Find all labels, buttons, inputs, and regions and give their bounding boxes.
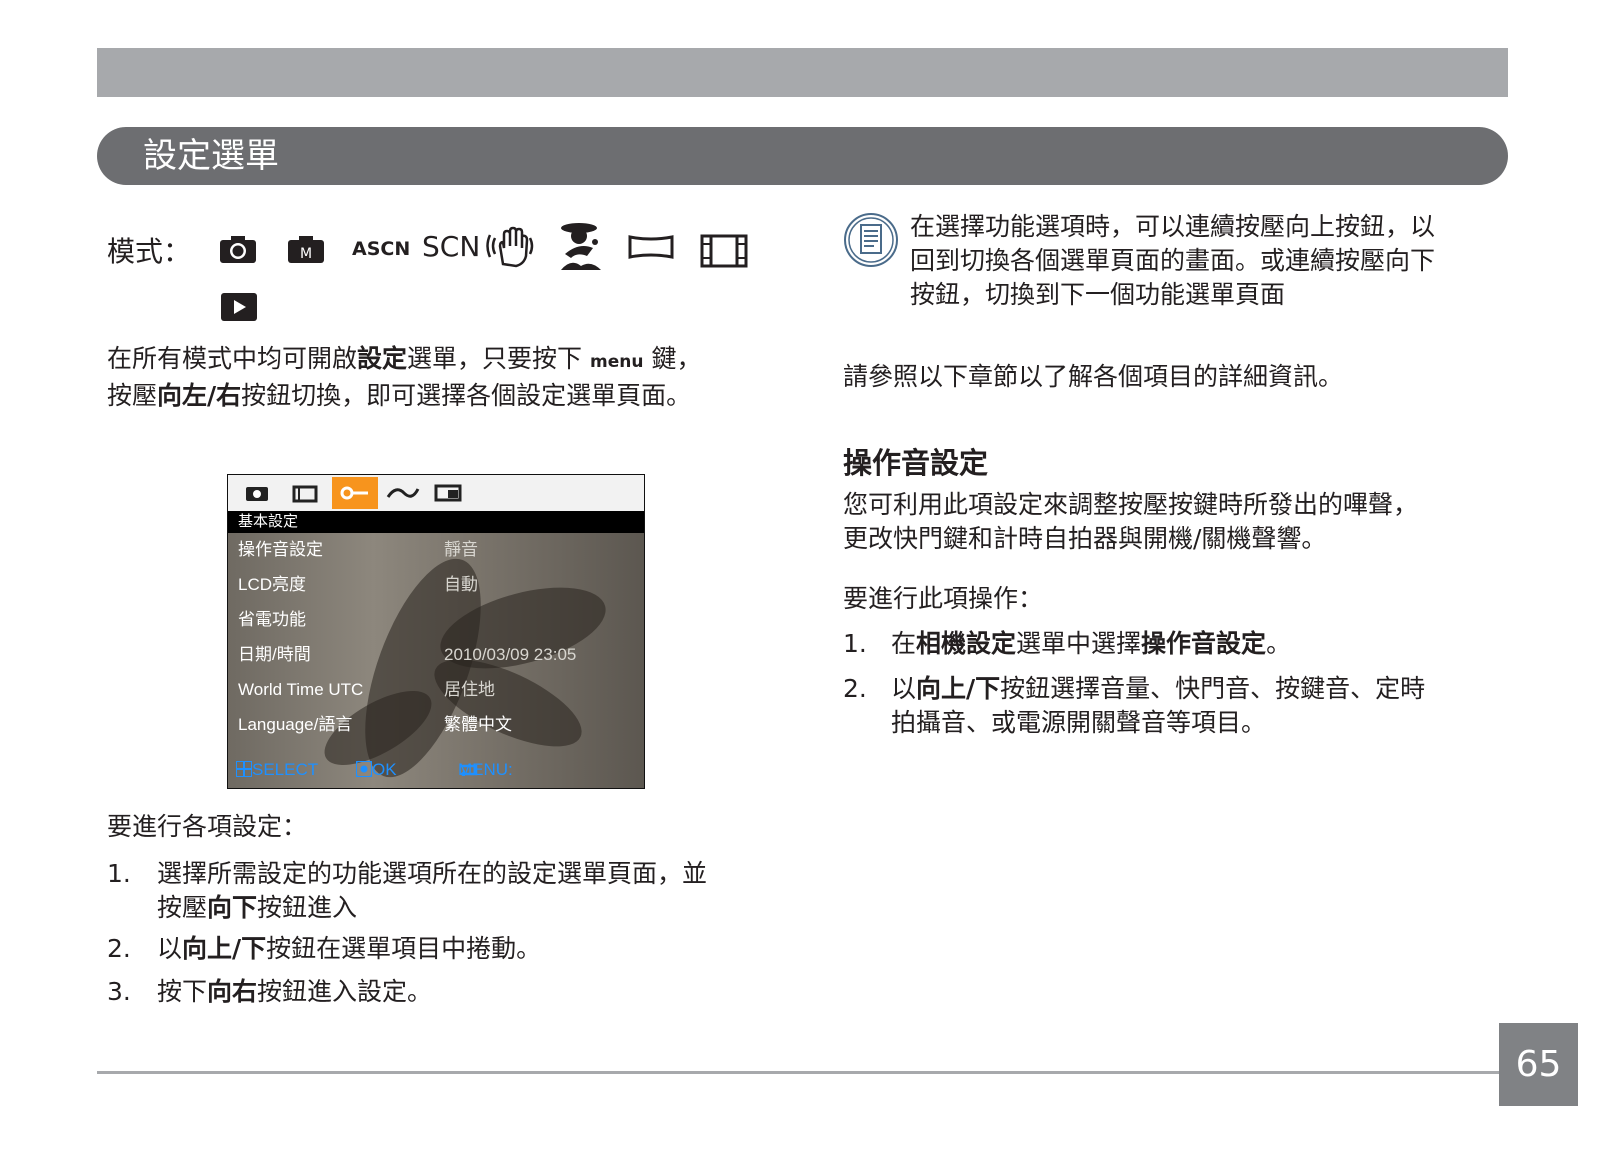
- tab-print-icon: [426, 477, 472, 509]
- lcd-tab-bar: [228, 475, 644, 511]
- movie-icon: [700, 234, 748, 268]
- svg-text:M: M: [300, 246, 312, 262]
- left-step: 2. 以向上/下按鈕在選單項目中捲動。: [107, 934, 542, 963]
- lcd-row: 操作音設定 靜音: [238, 540, 478, 559]
- right-step: 2. 以向上/下按鈕選擇音量、快門音、按鍵音、定時 拍攝音、或電源開關聲音等項目。: [843, 674, 1426, 737]
- lcd-ok-hint: OK: [355, 752, 397, 788]
- camera-lcd-screenshot: 基本設定 操作音設定 靜音 LCD亮度 自動 省電功能 日期/時間 2010/03/0…: [227, 474, 645, 789]
- ok-button-icon: [355, 760, 373, 778]
- page-title: 設定選單: [143, 136, 279, 176]
- tab-setup-key-icon: [332, 477, 378, 509]
- page-number: 65: [1499, 1023, 1578, 1106]
- note-icon: [843, 212, 899, 272]
- lcd-menu-header: 基本設定: [228, 511, 644, 533]
- top-banner: [97, 48, 1508, 97]
- menu-key-label: menu: [590, 352, 644, 372]
- footer-rule: [97, 1071, 1499, 1074]
- reference-text: 請參照以下章節以了解各個項目的詳細資訊。: [843, 362, 1344, 391]
- panorama-icon: [628, 234, 674, 260]
- lcd-menu-hint: MENU:: [458, 760, 513, 779]
- section-heading: 操作音設定: [843, 446, 989, 480]
- scn-icon: SCN: [422, 230, 481, 263]
- tab-wave-icon: [380, 477, 426, 509]
- left-step: 1. 選擇所需設定的功能選項所在的設定選單頁面，並 按壓向下按鈕進入: [107, 859, 708, 922]
- note-text: 在選擇功能選項時，可以連續按壓向上按鈕，以 回到切換各個選單頁面的畫面。或連續按…: [910, 212, 1436, 309]
- right-steps-heading: 要進行此項操作：: [843, 584, 1044, 613]
- lcd-row: World Time UTC 居住地: [238, 680, 495, 699]
- playback-icon: [221, 293, 257, 321]
- portrait-beauty-icon: [557, 222, 605, 272]
- ascn-icon: ASCN: [352, 238, 411, 260]
- anti-shake-icon: [486, 226, 538, 268]
- modes-label: 模式：: [107, 235, 192, 268]
- camera-auto-icon: [219, 234, 257, 264]
- lcd-row: 日期/時間 2010/03/09 23:05: [238, 645, 577, 664]
- lcd-footer: SELECT OK MENU:: [228, 752, 644, 788]
- lcd-select-hint: SELECT: [235, 752, 318, 788]
- lcd-row: 省電功能: [238, 610, 306, 629]
- section-description: 您可利用此項設定來調整按壓按鍵時所發出的嗶聲， 更改快門鍵和計時自拍器與開機/關…: [843, 490, 1419, 553]
- lcd-row: LCD亮度 自動: [238, 575, 478, 594]
- dpad-icon: [235, 760, 253, 778]
- intro-paragraph: 在所有模式中均可開啟設定選單，只要按下 menu 鍵， 按壓向左/右按鈕切換，即可選…: [107, 344, 702, 410]
- section-title-bar: 設定選單: [97, 127, 1508, 185]
- tab-camera-icon: [234, 477, 280, 509]
- camera-manual-icon: M: [287, 234, 325, 264]
- lcd-row: Language/語言 繁體中文: [238, 715, 512, 734]
- left-step: 3. 按下向右按鈕進入設定。: [107, 977, 433, 1006]
- left-steps-heading: 要進行各項設定：: [107, 812, 308, 841]
- right-step: 1. 在相機設定選單中選擇操作音設定。: [843, 629, 1292, 658]
- tab-movie-icon: [282, 477, 328, 509]
